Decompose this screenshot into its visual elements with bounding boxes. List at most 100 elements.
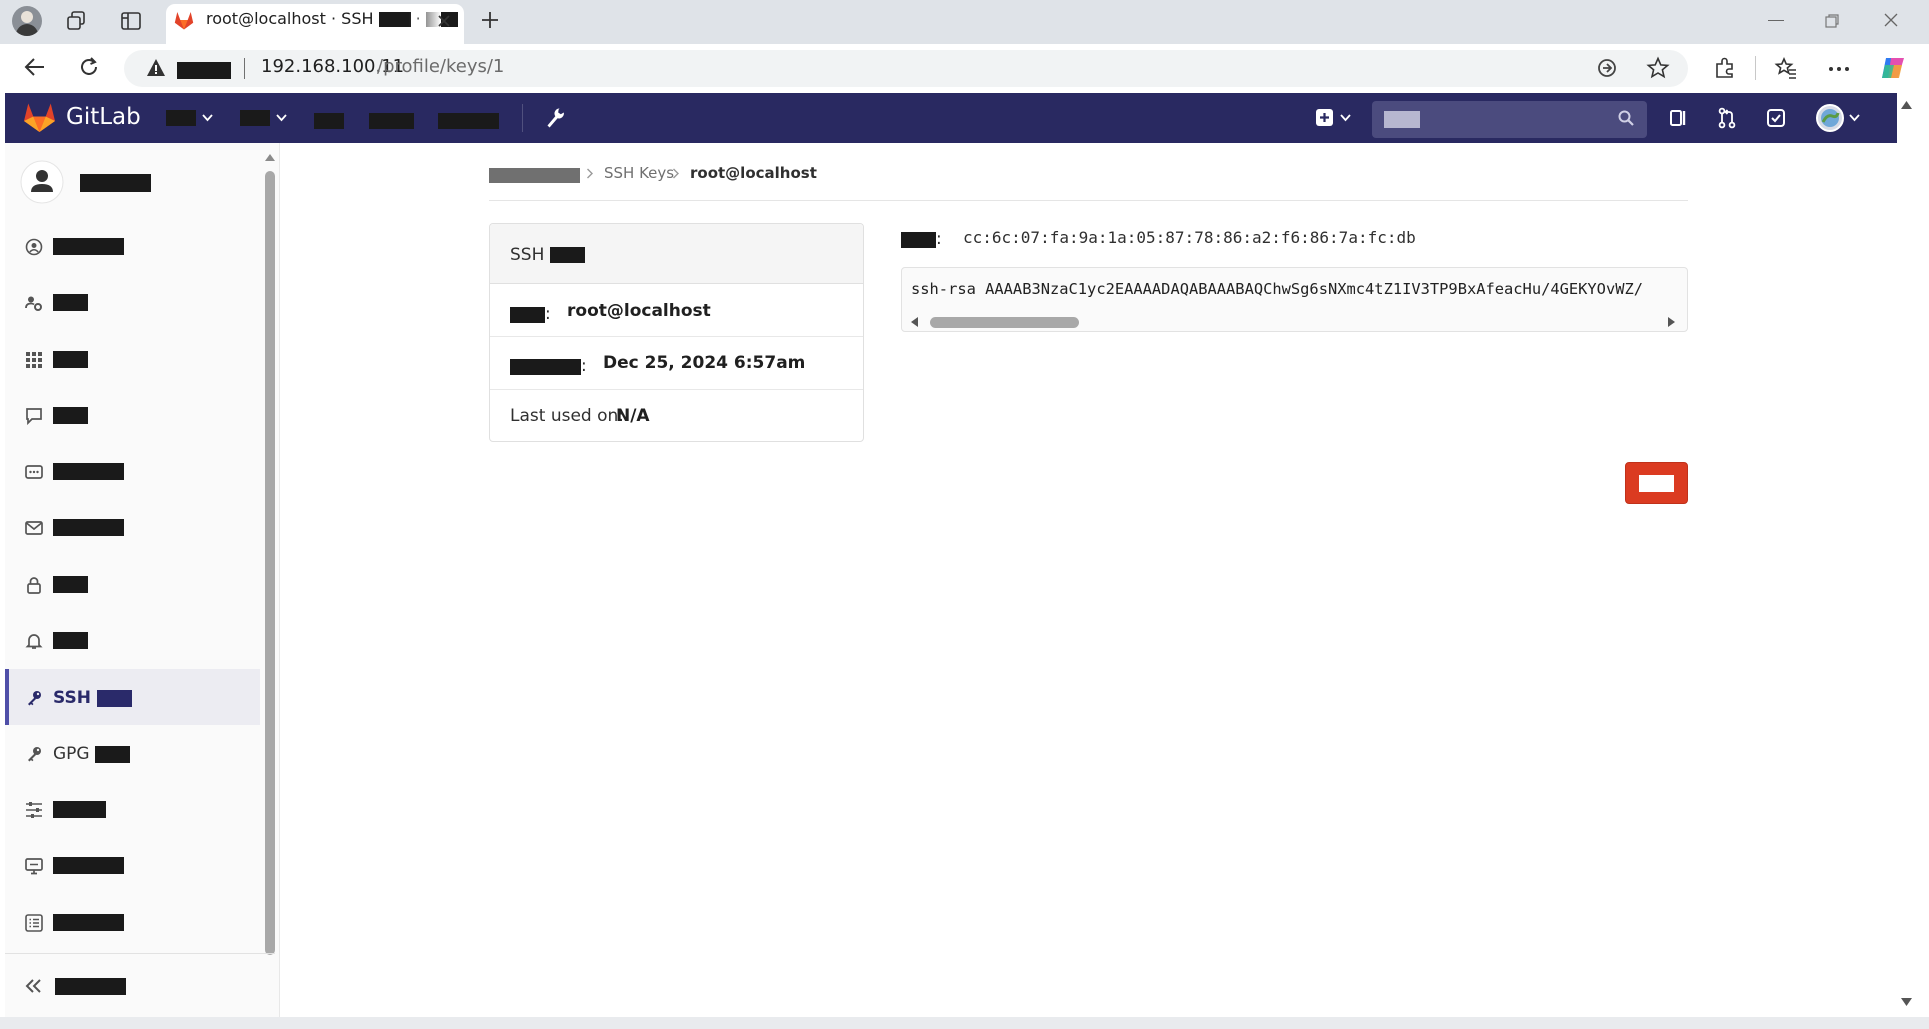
- sidebar-title: [80, 172, 151, 192]
- sidebar-item-password[interactable]: [5, 556, 260, 612]
- breadcrumb-item-ssh-keys[interactable]: SSH Keys: [604, 164, 674, 182]
- sidebar-scroll-thumb[interactable]: [265, 171, 275, 955]
- nav-groups[interactable]: [240, 104, 300, 132]
- last-used-value: N/A: [616, 406, 650, 426]
- nav-projects[interactable]: [166, 104, 226, 132]
- token-icon: [25, 465, 43, 479]
- page-scrollbar[interactable]: [1897, 93, 1929, 1017]
- delete-button[interactable]: [1625, 462, 1688, 504]
- sidebar-item-profile[interactable]: [5, 218, 260, 274]
- todos-icon[interactable]: [1766, 108, 1786, 128]
- gitlab-logo-icon[interactable]: [23, 102, 56, 133]
- tab-actions-icon[interactable]: [120, 10, 142, 32]
- key-icon: [28, 747, 41, 762]
- tab-close-icon[interactable]: [436, 13, 452, 29]
- nav-snippets[interactable]: [438, 110, 499, 129]
- copilot-icon[interactable]: [1879, 55, 1907, 81]
- scroll-up-arrow-icon[interactable]: [264, 153, 276, 162]
- sidebar-item-label: [53, 463, 124, 480]
- brand-name[interactable]: GitLab: [66, 104, 141, 130]
- new-item-plus-icon[interactable]: [1315, 107, 1353, 129]
- key-title-value: root@localhost: [567, 301, 711, 321]
- sidebar-item-label: GPG: [53, 744, 131, 764]
- active-indicator: [5, 669, 9, 725]
- gitlab-favicon-icon: [174, 11, 194, 30]
- applications-grid-icon: [26, 352, 42, 368]
- sidebar-item-applications[interactable]: [5, 331, 260, 387]
- read-aloud-icon[interactable]: [1596, 57, 1618, 79]
- sidebar-item-chat[interactable]: [5, 387, 260, 443]
- sidebar-item-label: [53, 857, 124, 874]
- bell-icon: [25, 634, 43, 649]
- scroll-right-arrow-icon[interactable]: [1667, 316, 1676, 328]
- sidebar-item-account[interactable]: [5, 274, 260, 330]
- address-separator: [244, 58, 245, 79]
- horizontal-scroll-thumb[interactable]: [930, 317, 1079, 328]
- created-at-value: Dec 25, 2024 6:57am: [603, 353, 806, 373]
- nav-milestones[interactable]: [369, 110, 414, 129]
- collapse-sidebar-label: [55, 978, 126, 995]
- search-placeholder: [1384, 111, 1420, 128]
- double-chevron-left-icon: [25, 979, 41, 993]
- breadcrumb-item-current: root@localhost: [690, 164, 817, 182]
- sidebar-item-ssh-keys[interactable]: SSH: [5, 669, 260, 725]
- warning-icon[interactable]: [146, 58, 166, 77]
- merge-requests-icon[interactable]: [1717, 107, 1737, 129]
- page-scroll-up-icon[interactable]: [1900, 100, 1913, 110]
- sliders-icon: [26, 802, 42, 818]
- sidebar-item-notifications[interactable]: [5, 612, 260, 668]
- user-menu-avatar[interactable]: [1815, 103, 1865, 133]
- sidebar-item-active-sessions[interactable]: [5, 837, 260, 893]
- admin-wrench-icon[interactable]: [545, 107, 565, 129]
- minimize-icon[interactable]: [1768, 20, 1784, 21]
- url-path[interactable]: /profile/keys/1: [377, 56, 504, 77]
- scroll-left-arrow-icon[interactable]: [910, 316, 919, 328]
- envelope-icon: [25, 521, 43, 535]
- breadcrumb-chevron-icon: [586, 168, 594, 179]
- page-scroll-down-icon[interactable]: [1900, 997, 1913, 1007]
- sidebar-item-label: [53, 576, 88, 593]
- user-circle-icon: [25, 238, 43, 256]
- profile-avatar-icon[interactable]: [12, 6, 42, 36]
- close-window-icon[interactable]: [1883, 12, 1899, 28]
- sidebar-item-preferences[interactable]: [5, 781, 260, 837]
- sidebar-item-label: [53, 238, 124, 255]
- collapse-sidebar-button[interactable]: [5, 958, 275, 1014]
- sidebar-item-auth-log[interactable]: [5, 894, 260, 950]
- public-key-text[interactable]: ssh-rsa AAAAB3NzaC1yc2EAAAADAQABAAABAQCh…: [911, 280, 1685, 298]
- security-label[interactable]: [177, 60, 231, 79]
- back-icon[interactable]: [23, 56, 47, 78]
- new-tab-icon[interactable]: [480, 10, 500, 30]
- sidebar-item-label: [53, 801, 106, 818]
- workspaces-icon[interactable]: [66, 10, 88, 32]
- nav-activity[interactable]: [314, 110, 344, 129]
- card-row-divider: [490, 336, 863, 337]
- breadcrumb-chevron-icon: [672, 168, 680, 179]
- search-icon[interactable]: [1617, 109, 1635, 127]
- sidebar-item-gpg-keys[interactable]: GPG: [5, 725, 260, 781]
- sidebar-item-label: [53, 407, 88, 424]
- refresh-icon[interactable]: [78, 56, 100, 78]
- breadcrumb-item-profile-settings[interactable]: [489, 165, 580, 184]
- chevron-down-icon: [276, 114, 287, 122]
- sidebar-item-emails[interactable]: [5, 499, 260, 555]
- restore-icon[interactable]: [1824, 13, 1840, 29]
- extensions-icon[interactable]: [1713, 56, 1737, 80]
- sidebar-item-label: [53, 632, 88, 649]
- more-menu-icon[interactable]: [1828, 66, 1850, 72]
- fingerprint-value: cc:6c:07:fa:9a:1a:05:87:78:86:a2:f6:86:7…: [963, 228, 1416, 247]
- window-bottom-edge: [0, 1017, 1929, 1029]
- monitor-icon: [25, 858, 43, 875]
- search-input[interactable]: [1372, 101, 1647, 138]
- sidebar-item-access-tokens[interactable]: [5, 443, 260, 499]
- favorites-icon[interactable]: [1774, 56, 1798, 80]
- sidebar-item-label: [53, 914, 124, 931]
- key-icon: [28, 691, 41, 706]
- toolbar-separator: [1755, 56, 1756, 80]
- issues-icon[interactable]: [1669, 108, 1689, 128]
- sidebar-header-avatar-icon: [20, 160, 64, 204]
- list-icon: [25, 914, 43, 932]
- header-separator: [522, 104, 523, 132]
- fingerprint-label: :: [901, 229, 942, 249]
- favorite-star-icon[interactable]: [1646, 56, 1670, 80]
